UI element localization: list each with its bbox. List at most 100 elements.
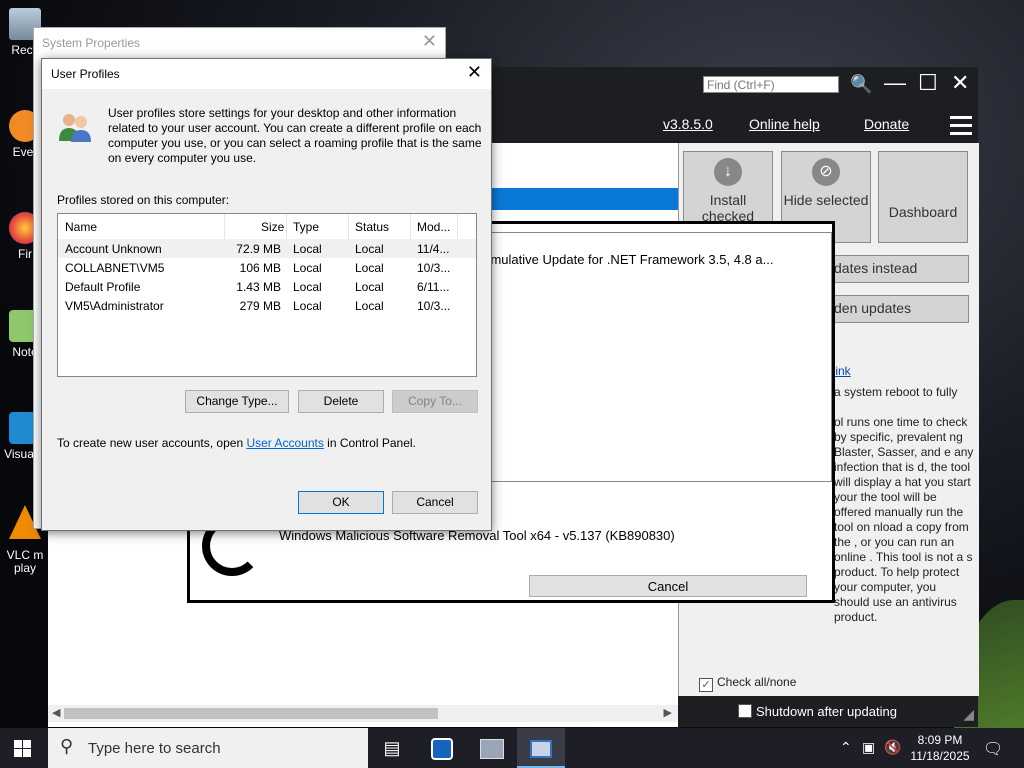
progress-cancel-button[interactable]: Cancel [529,575,807,597]
cancel-button[interactable]: Cancel [392,491,478,514]
create-accounts-text: To create new user accounts, open User A… [57,436,416,450]
notifications-icon[interactable]: 🗨 [983,739,1003,759]
list-header: Name Size Type Status Mod... [58,214,476,239]
install-checked-label: Install checked [701,192,755,224]
profiles-description: User profiles store settings for your de… [108,106,482,165]
minimize-icon[interactable]: — [884,72,906,94]
close-icon[interactable]: ✕ [422,31,437,52]
clock-time: 8:09 PM [917,733,963,747]
create-suffix: in Control Panel. [323,436,416,450]
user-accounts-link[interactable]: User Accounts [246,436,323,450]
cell-status: Local [355,261,384,275]
cell-name: Account Unknown [65,242,162,256]
dialog-title: User Profiles [51,67,120,81]
search-icon: ⚲ [60,736,74,756]
column-modified[interactable]: Mod... [417,220,450,234]
users-icon [59,114,91,142]
task-view-icon[interactable]: ▤ [368,728,416,768]
horizontal-scrollbar[interactable]: ◀ ▶ [48,705,678,722]
column-size[interactable]: Size [261,220,284,234]
reboot-note: a system reboot to fully [834,385,958,399]
system-properties-title: System Properties [42,36,141,50]
cell-type: Local [293,299,322,313]
column-status[interactable]: Status [355,220,389,234]
scroll-left-icon[interactable]: ◀ [52,706,60,719]
taskbar-clock[interactable]: 8:09 PM 11/18/2025 [906,732,974,764]
change-type-button[interactable]: Change Type... [185,390,289,413]
cell-modified: 6/11... [417,280,450,294]
close-icon[interactable]: ✕ [467,62,482,83]
dashboard-label: Dashboard [888,204,958,220]
cell-modified: 11/4... [417,242,450,256]
close-icon[interactable]: ✕ [951,72,969,94]
table-row[interactable]: VM5\Administrator 279 MB Local Local 10/… [58,296,476,315]
create-prefix: To create new user accounts, open [57,436,247,450]
cell-size: 72.9 MB [236,242,281,256]
volume-muted-icon[interactable]: 🔇 [884,739,901,756]
cell-type: Local [293,280,322,294]
dialog-title-bar: User Profiles ✕ [42,59,491,89]
cell-modified: 10/3... [417,299,451,313]
donate-link[interactable]: Donate [864,116,909,132]
cell-type: Local [293,242,322,256]
updates-instead-label: dates instead [834,260,918,276]
cell-name: COLLABNET\VM5 [65,261,165,275]
cell-size: 279 MB [239,299,281,313]
menu-icon[interactable] [950,116,972,140]
cell-modified: 10/3... [417,261,451,275]
search-placeholder: Type here to search [88,740,221,757]
checkbox-checked-icon: ✓ [699,678,713,692]
table-row[interactable]: Account Unknown 72.9 MB Local Local 11/4… [58,239,476,258]
dashboard-button[interactable]: Dashboard [878,151,968,243]
wumgr-footer: Shutdown after updating ◢ [678,696,978,727]
update-description: ol runs one time to check by specific, p… [834,415,974,624]
ok-button[interactable]: OK [298,491,384,514]
hide-icon: ⊘ [812,158,840,186]
version-link[interactable]: v3.8.5.0 [663,116,713,132]
cell-status: Local [355,242,384,256]
copy-to-button[interactable]: Copy To... [392,390,478,413]
cell-status: Local [355,280,384,294]
scroll-right-icon[interactable]: ▶ [664,706,672,719]
resize-grip-icon[interactable]: ◢ [963,706,974,723]
start-button[interactable] [14,740,31,757]
desktop-icon-label: VLC m play [6,548,44,575]
check-all-checkbox[interactable]: ✓ Check all/none [699,675,796,692]
cell-size: 106 MB [239,261,281,275]
checkbox-icon [738,704,752,718]
hide-selected-label: Hide selected [783,192,869,208]
chevron-up-icon[interactable]: ⌃ [840,739,852,756]
table-row[interactable]: Default Profile 1.43 MB Local Local 6/11… [58,277,476,296]
check-all-label: Check all/none [717,675,797,689]
download-icon: ↓ [714,158,742,186]
profiles-stored-label: Profiles stored on this computer: [57,193,230,207]
cell-status: Local [355,299,384,313]
taskbar: ⚲ Type here to search ▤ ⌃ ▣ 🔇 8:09 PM 11… [0,728,1024,768]
desktop-icon-label: Fir [18,247,32,261]
wumgr-taskbar-icon[interactable] [517,728,565,768]
maximize-icon[interactable]: ☐ [918,72,938,94]
shutdown-after-checkbox[interactable]: Shutdown after updating [738,704,897,719]
taskbar-search-box[interactable]: ⚲ Type here to search [48,728,368,768]
profiles-list[interactable]: Name Size Type Status Mod... Account Unk… [57,213,477,377]
column-type[interactable]: Type [293,220,319,234]
table-row[interactable]: COLLABNET\VM5 106 MB Local Local 10/3... [58,258,476,277]
network-icon[interactable]: ▣ [862,739,875,756]
cell-name: Default Profile [65,280,141,294]
column-name[interactable]: Name [65,220,97,234]
cell-size: 1.43 MB [236,280,281,294]
update-list-selected-row[interactable] [488,188,678,210]
system-properties-taskbar-icon[interactable] [468,728,516,768]
delete-button[interactable]: Delete [298,390,384,413]
taskbar-app-icon[interactable] [418,728,466,768]
shutdown-label: Shutdown after updating [756,704,897,719]
user-profiles-dialog: User Profiles ✕ User profiles store sett… [41,58,492,531]
find-input[interactable]: Find (Ctrl+F) [703,76,839,93]
search-icon[interactable]: 🔍 [850,74,872,95]
cell-name: VM5\Administrator [65,299,164,313]
online-help-link[interactable]: Online help [749,116,820,132]
hidden-updates-label: den updates [834,300,912,316]
cell-type: Local [293,261,322,275]
scrollbar-thumb[interactable] [64,708,438,719]
clock-date: 11/18/2025 [910,749,970,763]
